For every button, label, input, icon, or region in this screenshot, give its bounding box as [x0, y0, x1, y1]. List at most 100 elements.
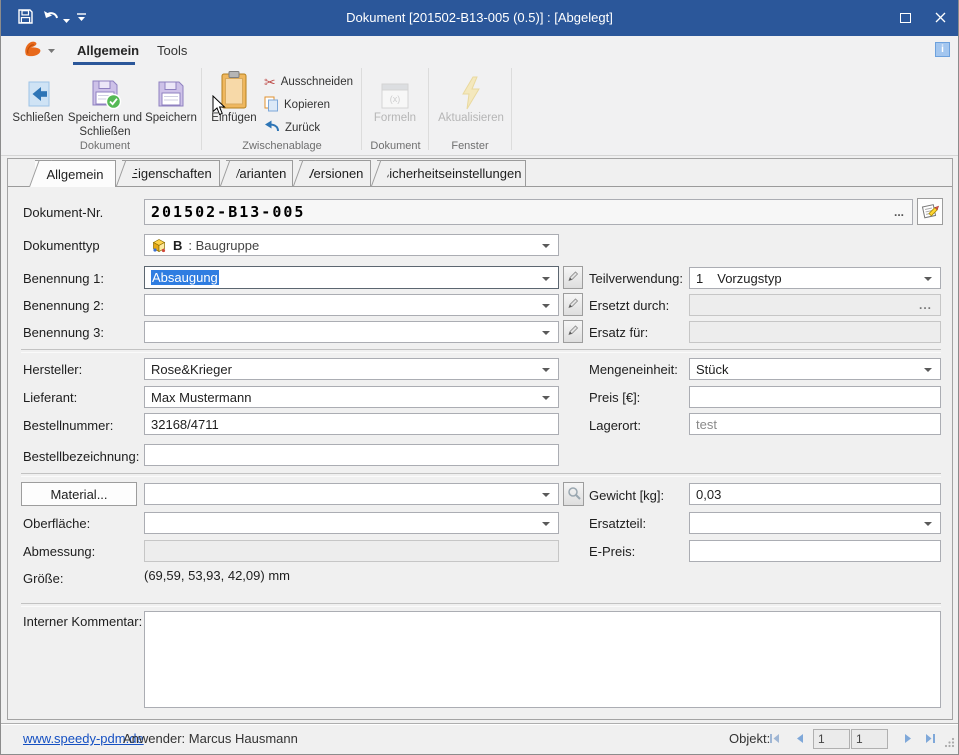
- lagerort-label: Lagerort:: [589, 418, 641, 433]
- customize-quick-access-button[interactable]: [75, 12, 87, 24]
- schliessen-button[interactable]: Schließen: [11, 68, 65, 134]
- pencil-icon: [567, 324, 579, 339]
- dokument-nr-field[interactable]: 201502-B13-005 ...: [144, 199, 913, 225]
- nav-last-button[interactable]: [923, 733, 937, 746]
- svg-text:(x): (x): [390, 94, 401, 104]
- app-menu-chevron-icon: [47, 47, 55, 55]
- speichern-und-schliessen-button[interactable]: Speichern und Schließen: [67, 68, 143, 134]
- nav-count-input[interactable]: [851, 729, 888, 749]
- ersetzt-durch-more-icon[interactable]: ...: [919, 298, 932, 312]
- teilverwendung-combobox[interactable]: 1 Vorzugstyp: [689, 267, 941, 289]
- benennung2-edit-button[interactable]: [563, 293, 583, 316]
- material-button-label: Material...: [50, 487, 107, 502]
- bestellnummer-input[interactable]: [144, 413, 559, 435]
- group-label-dokument: Dokument: [11, 140, 199, 152]
- ribbon-tab-tools[interactable]: Tools: [157, 43, 187, 58]
- window-title: Dokument [201502-B13-005 (0.5)] : [Abgel…: [121, 10, 838, 25]
- gewicht-label: Gewicht [kg]:: [589, 488, 664, 503]
- save-icon: [17, 8, 34, 28]
- speichern-button[interactable]: Speichern: [143, 68, 199, 134]
- lieferant-label: Lieferant:: [23, 390, 77, 405]
- tab-allgemein[interactable]: Allgemein: [35, 160, 116, 187]
- info-button[interactable]: i: [935, 42, 950, 57]
- tab-versionen[interactable]: Versionen: [299, 160, 371, 186]
- chevron-down-icon: [63, 12, 70, 27]
- status-bar: www.speedy-pdm.de Anwender: Marcus Hausm…: [1, 723, 958, 754]
- ribbon: Schließen Speichern und Schließen Speich…: [1, 66, 958, 156]
- abmessung-field: [144, 540, 559, 562]
- lightning-icon: [433, 68, 509, 110]
- material-search-button[interactable]: [563, 482, 584, 506]
- epreis-input[interactable]: [689, 540, 941, 562]
- nav-next-button[interactable]: [901, 733, 915, 746]
- ribbon-separator: [201, 68, 202, 150]
- lagerort-input[interactable]: [689, 413, 941, 435]
- speedy-logo-icon: [22, 38, 45, 62]
- benennung3-combobox[interactable]: [144, 321, 559, 343]
- groesse-label: Größe:: [23, 571, 63, 586]
- copy-icon: [264, 96, 279, 115]
- tab-varianten[interactable]: Varianten: [226, 160, 293, 186]
- dokument-nr-label: Dokument-Nr.: [23, 205, 103, 220]
- edit-note-button[interactable]: [917, 198, 943, 225]
- bestellbezeichnung-input[interactable]: [144, 444, 559, 466]
- undo-icon: [42, 9, 60, 27]
- objekt-label: Objekt:: [729, 731, 770, 746]
- benennung3-edit-button[interactable]: [563, 320, 583, 343]
- interner-kommentar-label: Interner Kommentar:: [23, 614, 142, 629]
- mengeneinheit-combobox[interactable]: Stück: [689, 358, 941, 380]
- oberflaeche-combobox[interactable]: [144, 512, 559, 534]
- tab-eigenschaften[interactable]: Eigenschaften: [122, 160, 220, 186]
- teilverwendung-text: Vorzugstyp: [717, 271, 781, 286]
- bestellbezeichnung-label: Bestellbezeichnung:: [23, 449, 139, 464]
- interner-kommentar-textarea[interactable]: [144, 611, 941, 708]
- ersatzteil-combobox[interactable]: [689, 512, 941, 534]
- einfuegen-button[interactable]: Einfügen: [205, 68, 263, 134]
- close-button[interactable]: [923, 0, 957, 36]
- ribbon-tab-allgemein[interactable]: Allgemein: [77, 43, 139, 58]
- kopieren-button[interactable]: Kopieren: [264, 95, 330, 115]
- nav-first-button[interactable]: [767, 733, 781, 746]
- formeln-button: (x) Formeln: [367, 68, 423, 134]
- close-document-icon: [11, 68, 65, 110]
- maximize-button[interactable]: [889, 0, 921, 36]
- nav-next-icon: [904, 732, 913, 747]
- assembly-cube-icon: [151, 238, 167, 253]
- scissors-icon: ✂: [264, 75, 276, 89]
- quick-save-button[interactable]: [15, 9, 35, 27]
- schliessen-label: Schließen: [11, 112, 65, 126]
- benennung2-combobox[interactable]: [144, 294, 559, 316]
- ersetzt-durch-field: ...: [689, 294, 941, 316]
- ribbon-tab-row: Allgemein Tools i: [1, 36, 958, 66]
- gewicht-input[interactable]: [689, 483, 941, 505]
- benennung1-edit-button[interactable]: [563, 266, 583, 289]
- pencil-icon: [567, 297, 579, 312]
- lieferant-value: Max Mustermann: [151, 390, 251, 405]
- tab-varianten-label: Varianten: [232, 166, 287, 181]
- formula-window-icon: (x): [367, 68, 423, 110]
- ribbon-tab-active-underline: [73, 62, 135, 65]
- speichern-label: Speichern: [143, 112, 199, 126]
- dokument-nr-more-icon[interactable]: ...: [894, 205, 904, 219]
- lieferant-combobox[interactable]: Max Mustermann: [144, 386, 559, 408]
- benennung3-label: Benennung 3:: [23, 325, 104, 340]
- resize-grip[interactable]: [944, 736, 955, 751]
- material-combobox[interactable]: [144, 483, 559, 505]
- preis-input[interactable]: [689, 386, 941, 408]
- speichern-und-schliessen-label: Speichern und Schließen: [67, 112, 143, 140]
- app-menu-button[interactable]: [20, 39, 46, 61]
- dokument-nr-value: 201502-B13-005: [151, 203, 305, 221]
- undo-dropdown-arrow[interactable]: [62, 15, 70, 23]
- nav-position-input[interactable]: [813, 729, 850, 749]
- material-button[interactable]: Material...: [21, 482, 137, 506]
- undo-button[interactable]: [41, 10, 61, 26]
- dokumenttyp-combobox[interactable]: B : Baugruppe: [144, 234, 559, 256]
- hersteller-combobox[interactable]: Rose&Krieger: [144, 358, 559, 380]
- nav-previous-button[interactable]: [792, 733, 806, 746]
- tab-sicherheitseinstellungen[interactable]: Sicherheitseinstellungen: [377, 160, 526, 186]
- ausschneiden-button[interactable]: ✂ Ausschneiden: [264, 72, 353, 92]
- benennung1-combobox[interactable]: Absaugung: [144, 266, 559, 289]
- groesse-value: (69,59, 53,93, 42,09) mm: [144, 568, 290, 583]
- aktualisieren-label: Aktualisieren: [433, 112, 509, 126]
- zurueck-button[interactable]: Zurück: [264, 118, 320, 138]
